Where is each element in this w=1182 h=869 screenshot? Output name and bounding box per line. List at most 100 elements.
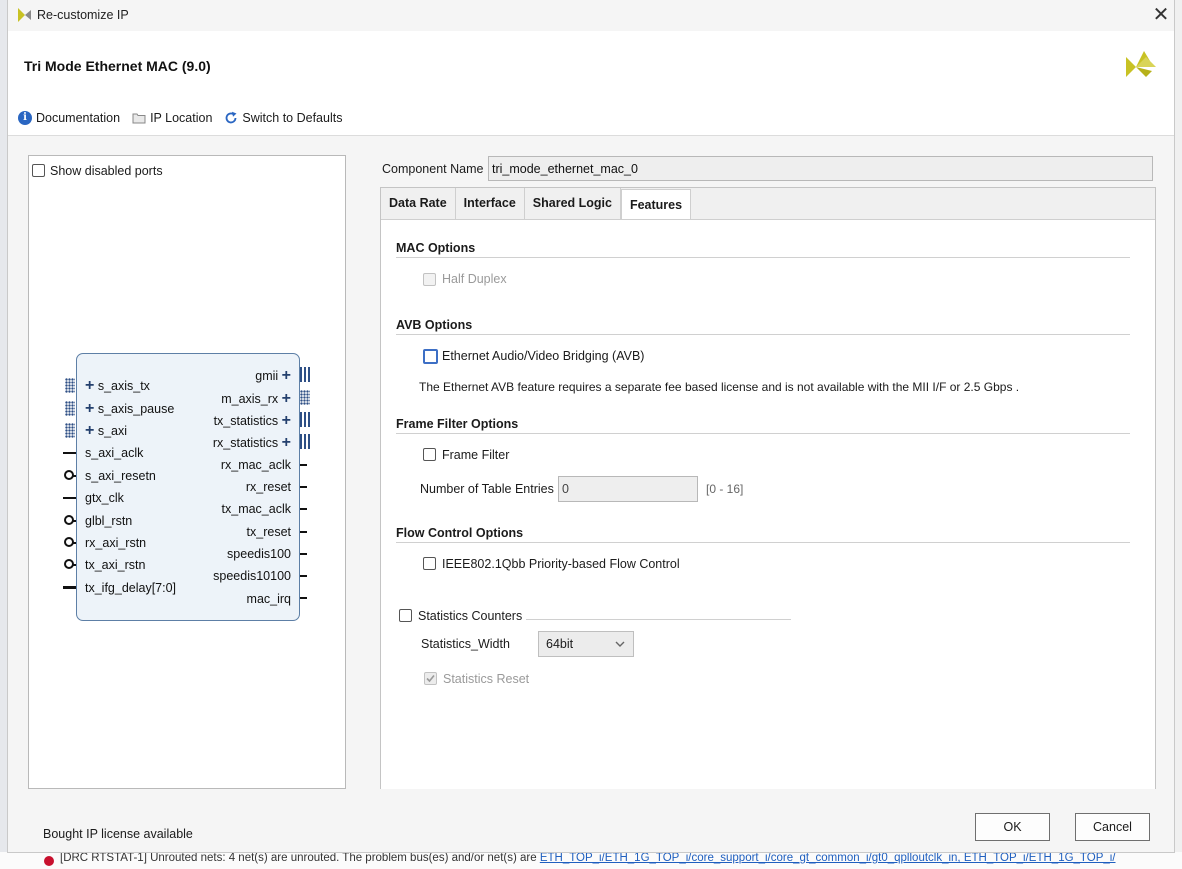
table-entries-input[interactable] bbox=[558, 476, 698, 502]
show-disabled-ports-checkbox[interactable] bbox=[32, 164, 45, 177]
tab-interface[interactable]: Interface bbox=[456, 188, 525, 219]
half-duplex-label: Half Duplex bbox=[442, 272, 507, 286]
port-s-axis-tx: + s_axis_tx bbox=[85, 377, 150, 394]
table-entries-label: Number of Table Entries bbox=[420, 482, 554, 496]
port-tx-ifg-delay: tx_ifg_delay[7:0] bbox=[85, 581, 177, 595]
component-name-input[interactable] bbox=[488, 156, 1153, 181]
port-mac-irq: mac_irq bbox=[246, 592, 291, 606]
port-rx-statistics: rx_statistics + bbox=[212, 434, 291, 451]
dialog-header: Tri Mode Ethernet MAC (9.0) i Documentat… bbox=[8, 31, 1174, 136]
port-speedis10100: speedis10100 bbox=[213, 569, 291, 583]
tx-statistics-bus-icon bbox=[300, 412, 310, 427]
statistics-reset-label: Statistics Reset bbox=[443, 672, 530, 686]
vivado-logo-icon bbox=[18, 8, 31, 22]
divider bbox=[396, 433, 1130, 434]
recustomize-ip-dialog: Re-customize IP ✕ Tri Mode Ethernet MAC … bbox=[8, 0, 1174, 852]
port-rx-mac-aclk: rx_mac_aclk bbox=[220, 458, 291, 472]
tx-ifg-delay-pin bbox=[63, 586, 76, 589]
expand-plus-icon: + bbox=[281, 390, 291, 407]
m-axis-rx-bus-icon bbox=[300, 390, 310, 405]
statistics-width-select[interactable]: 64bit bbox=[538, 631, 634, 657]
statistics-counters-checkbox[interactable] bbox=[399, 609, 412, 622]
expand-plus-icon: + bbox=[281, 367, 291, 384]
avb-options-heading: AVB Options bbox=[396, 318, 473, 332]
gmii-bus-icon bbox=[300, 367, 310, 382]
folder-icon bbox=[132, 113, 146, 124]
s-axi-aclk-pin bbox=[63, 452, 76, 454]
rx-statistics-bus-icon bbox=[300, 434, 310, 449]
flow-control-checkbox[interactable] bbox=[423, 557, 436, 570]
tab-data-rate[interactable]: Data Rate bbox=[381, 188, 456, 219]
refresh-icon bbox=[226, 111, 237, 124]
flow-control-label: IEEE802.1Qbb Priority-based Flow Control bbox=[442, 557, 680, 571]
close-icon[interactable]: ✕ bbox=[1150, 4, 1172, 26]
port-tx-axi-rstn: tx_axi_rstn bbox=[85, 558, 146, 572]
port-glbl-rstn: glbl_rstn bbox=[85, 514, 133, 528]
flow-control-heading: Flow Control Options bbox=[396, 526, 524, 540]
expand-plus-icon: + bbox=[281, 434, 291, 451]
avb-label: Ethernet Audio/Video Bridging (AVB) bbox=[442, 349, 645, 363]
tab-features[interactable]: Features bbox=[620, 189, 692, 221]
ip-symbol-panel: Show disabled ports + s_axis_tx + s_axis… bbox=[28, 155, 346, 789]
divider bbox=[396, 334, 1130, 335]
gtx-clk-pin bbox=[63, 497, 76, 499]
show-disabled-ports-label: Show disabled ports bbox=[50, 164, 163, 178]
mac-options-heading: MAC Options bbox=[396, 241, 476, 255]
avb-note: The Ethernet AVB feature requires a sepa… bbox=[419, 380, 1020, 394]
statistics-reset-checkbox[interactable] bbox=[424, 672, 437, 685]
avb-checkbox[interactable] bbox=[423, 349, 438, 364]
divider bbox=[526, 619, 791, 620]
checkmark-icon bbox=[426, 674, 435, 683]
s-axi-bus-icon bbox=[65, 423, 75, 438]
ip-block-symbol: + s_axis_tx + s_axis_pause + s_axi s_axi… bbox=[76, 353, 300, 621]
statistics-counters-label: Statistics Counters bbox=[418, 609, 523, 623]
window-title: Re-customize IP bbox=[37, 8, 129, 22]
port-rx-reset: rx_reset bbox=[245, 480, 291, 494]
background-messages: [DRC RTSTAT-1] Unrouted nets: 4 net(s) a… bbox=[0, 852, 1182, 869]
config-panel: Data Rate Interface Shared Logic Feature… bbox=[380, 187, 1156, 789]
component-name-label: Component Name bbox=[382, 162, 484, 176]
expand-plus-icon: + bbox=[85, 400, 95, 417]
chevron-down-icon bbox=[615, 641, 625, 647]
ip-location-button[interactable]: IP Location bbox=[132, 111, 212, 125]
port-m-axis-rx: m_axis_rx + bbox=[221, 390, 291, 407]
expand-plus-icon: + bbox=[85, 377, 95, 394]
port-gmii: gmii + bbox=[255, 367, 291, 384]
ok-button[interactable]: OK bbox=[975, 813, 1050, 841]
frame-filter-checkbox[interactable] bbox=[423, 448, 436, 461]
port-s-axi-resetn: s_axi_resetn bbox=[85, 469, 156, 483]
license-status: Bought IP license available bbox=[43, 827, 193, 841]
switch-to-defaults-button[interactable]: Switch to Defaults bbox=[224, 111, 342, 125]
port-s-axis-pause: + s_axis_pause bbox=[85, 400, 175, 417]
drc-link[interactable]: ETH_TOP_i/ETH_1G_TOP_i/core_support_i/co… bbox=[540, 852, 1116, 864]
frame-filter-label: Frame Filter bbox=[442, 448, 510, 462]
port-tx-reset: tx_reset bbox=[246, 525, 291, 539]
error-icon bbox=[44, 856, 54, 866]
table-entries-range: [0 - 16] bbox=[706, 482, 744, 496]
cancel-button[interactable]: Cancel bbox=[1075, 813, 1150, 841]
page-title: Tri Mode Ethernet MAC (9.0) bbox=[24, 58, 211, 74]
documentation-button[interactable]: i Documentation bbox=[18, 111, 120, 125]
tab-shared-logic[interactable]: Shared Logic bbox=[525, 188, 621, 219]
port-s-axi-aclk: s_axi_aclk bbox=[85, 446, 144, 460]
port-tx-mac-aclk: tx_mac_aclk bbox=[221, 502, 291, 516]
background-app-right bbox=[1174, 0, 1182, 869]
port-tx-statistics: tx_statistics + bbox=[213, 412, 291, 429]
port-rx-axi-rstn: rx_axi_rstn bbox=[85, 536, 147, 550]
tab-bar: Data Rate Interface Shared Logic Feature… bbox=[381, 188, 1155, 221]
s-axis-pause-bus-icon bbox=[65, 401, 75, 416]
info-icon: i bbox=[18, 111, 32, 125]
divider bbox=[396, 257, 1130, 258]
port-speedis100: speedis100 bbox=[227, 547, 291, 561]
xilinx-logo-icon bbox=[1126, 51, 1156, 77]
expand-plus-icon: + bbox=[85, 422, 95, 439]
features-tab-body: MAC Options Half Duplex AVB Options Ethe… bbox=[381, 219, 1155, 789]
title-bar[interactable]: Re-customize IP ✕ bbox=[8, 0, 1174, 31]
port-s-axi: + s_axi bbox=[85, 422, 128, 439]
statistics-width-label: Statistics_Width bbox=[421, 637, 510, 651]
background-app-left bbox=[0, 0, 8, 869]
half-duplex-checkbox[interactable] bbox=[423, 273, 436, 286]
s-axis-tx-bus-icon bbox=[65, 378, 75, 393]
frame-filter-heading: Frame Filter Options bbox=[396, 417, 519, 431]
drc-message: [DRC RTSTAT-1] Unrouted nets: 4 net(s) a… bbox=[60, 852, 540, 864]
